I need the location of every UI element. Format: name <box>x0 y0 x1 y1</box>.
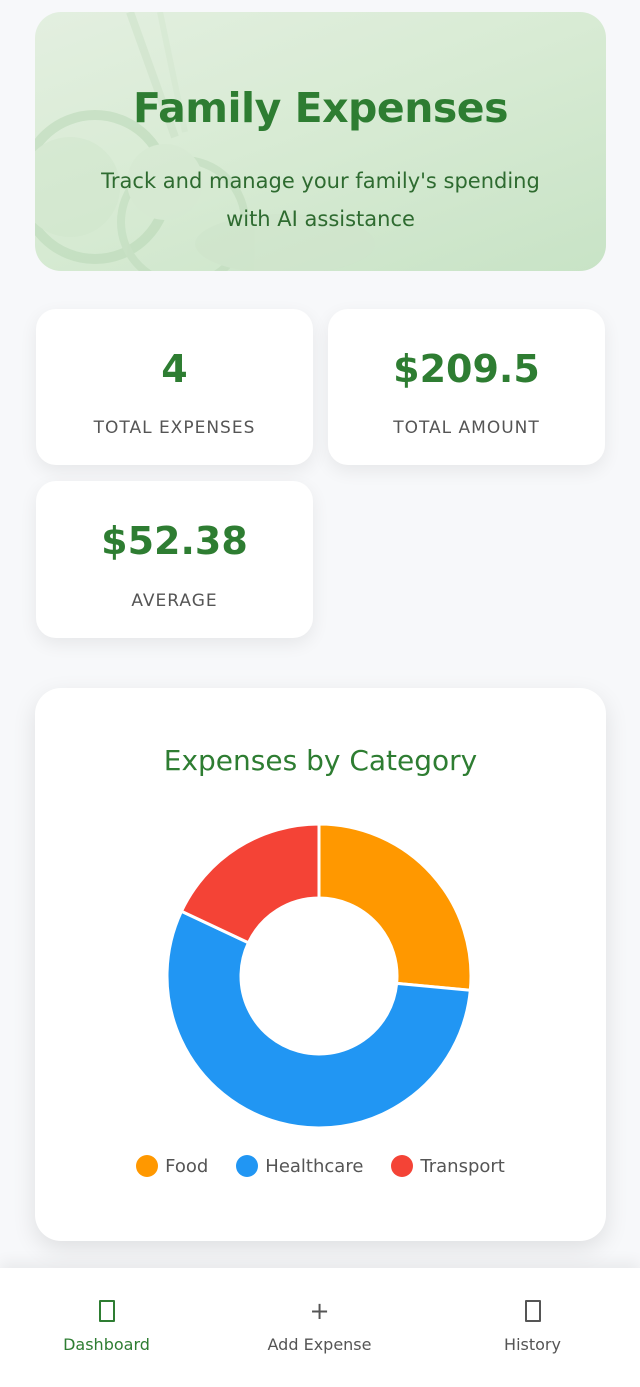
chart-legend: Food Healthcare Transport <box>35 1155 606 1177</box>
stat-card-average: $52.38 AVERAGE <box>36 481 313 638</box>
bottom-navigation: Dashboard + Add Expense History <box>0 1268 640 1387</box>
dashboard-icon <box>98 1300 115 1322</box>
nav-add-expense-label: Add Expense <box>267 1335 372 1354</box>
legend-item-food[interactable]: Food <box>136 1155 208 1177</box>
plus-icon: + <box>309 1297 330 1325</box>
legend-label-transport: Transport <box>420 1155 505 1177</box>
legend-swatch-healthcare <box>236 1155 259 1177</box>
stat-card-total-amount: $209.5 TOTAL AMOUNT <box>328 309 605 465</box>
legend-item-transport[interactable]: Transport <box>391 1155 505 1177</box>
nav-add-expense[interactable]: + Add Expense <box>213 1268 426 1387</box>
category-chart-card: Expenses by Category Food Healthcare Trans… <box>35 688 606 1241</box>
page-title: Family Expenses <box>132 84 509 132</box>
stat-card-total-expenses: 4 TOTAL EXPENSES <box>36 309 313 465</box>
total-amount-value: $209.5 <box>393 347 540 391</box>
nav-dashboard-label: Dashboard <box>63 1335 150 1354</box>
donut-slice-food[interactable] <box>317 822 473 992</box>
legend-swatch-transport <box>391 1155 414 1177</box>
nav-history[interactable]: History <box>426 1268 639 1387</box>
nav-history-label: History <box>504 1335 561 1354</box>
total-amount-label: TOTAL AMOUNT <box>393 418 540 438</box>
average-value: $52.38 <box>101 519 248 563</box>
nav-dashboard[interactable]: Dashboard <box>0 1268 213 1387</box>
total-expenses-label: TOTAL EXPENSES <box>93 418 256 438</box>
average-label: AVERAGE <box>131 591 218 611</box>
history-icon <box>524 1300 541 1322</box>
legend-swatch-food <box>136 1155 159 1177</box>
legend-label-food: Food <box>165 1155 209 1177</box>
page-subtitle: Track and manage your family's spending … <box>101 169 540 231</box>
legend-label-healthcare: Healthcare <box>265 1155 364 1177</box>
total-expenses-value: 4 <box>161 347 188 391</box>
hero-banner: Family Expenses Track and manage your fa… <box>35 12 606 271</box>
legend-item-healthcare[interactable]: Healthcare <box>236 1155 363 1177</box>
